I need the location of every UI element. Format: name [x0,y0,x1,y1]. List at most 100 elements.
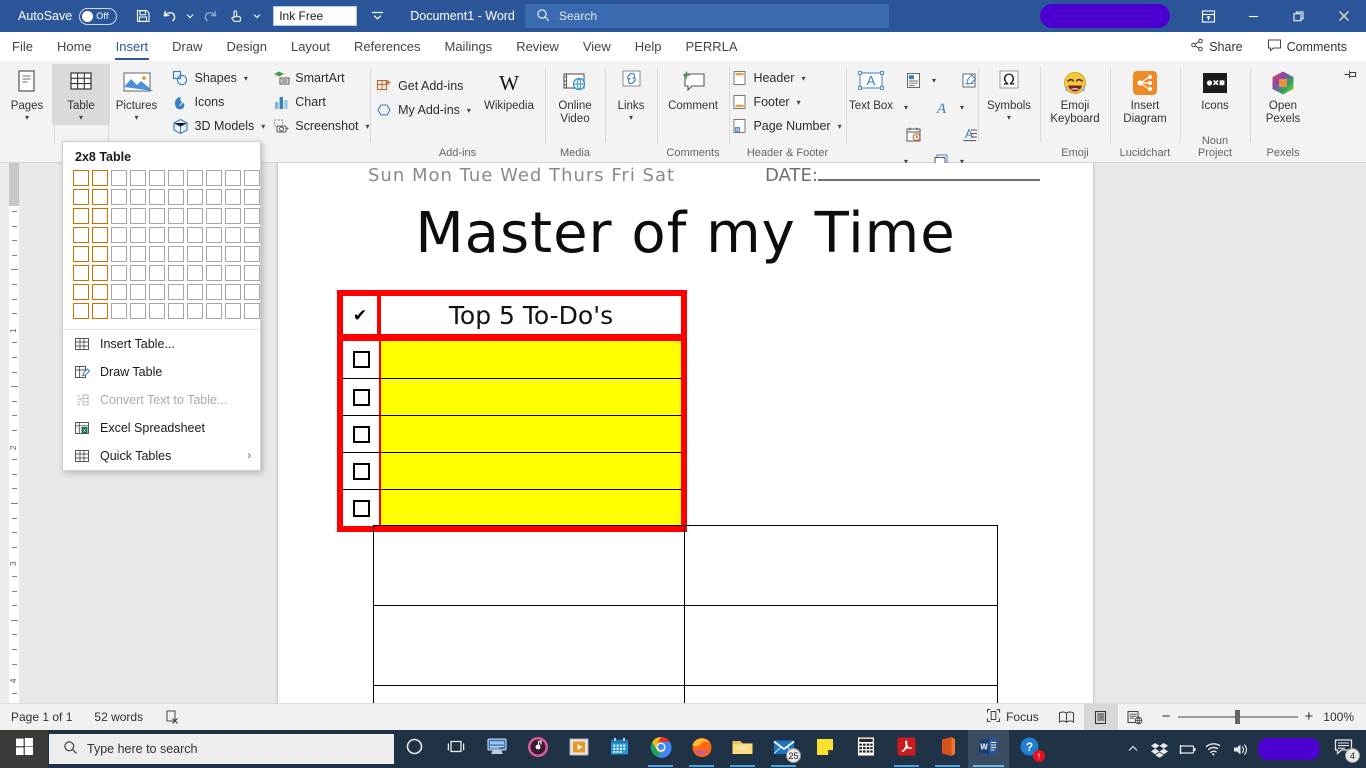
table-size-cell-9x7[interactable] [225,284,241,300]
table-size-cell-6x1[interactable] [168,170,184,186]
table-size-cell-1x8[interactable] [73,303,89,319]
file-explorer-button[interactable] [722,730,763,768]
table-cell[interactable] [374,686,685,703]
todo-checkbox-cell[interactable] [343,489,381,526]
table-size-cell-6x4[interactable] [168,227,184,243]
word-button[interactable]: W [968,730,1009,768]
table-size-cell-8x4[interactable] [206,227,222,243]
comments-button[interactable]: Comments [1258,34,1356,59]
undo-dropdown-caret-icon[interactable] [183,4,196,28]
page-indicator[interactable]: Page 1 of 1 [0,710,83,724]
table-size-cell-7x5[interactable] [187,246,203,262]
todo-text-cell[interactable] [381,341,681,378]
shapes-caret-icon[interactable]: ▾ [244,74,248,83]
pin-ribbon-icon[interactable] [1343,67,1358,87]
my-addins-caret-icon[interactable]: ▾ [467,106,471,115]
pages-caret-icon[interactable]: ▾ [25,114,29,122]
table-size-cell-5x4[interactable] [149,227,165,243]
table-size-cell-5x6[interactable] [149,265,165,281]
table-size-cell-4x5[interactable] [130,246,146,262]
table-size-cell-10x3[interactable] [244,208,260,224]
pictures-caret-icon[interactable]: ▾ [134,114,138,122]
checkbox-icon[interactable] [353,500,370,517]
table-size-cell-2x1[interactable] [92,170,108,186]
table-size-cell-8x7[interactable] [206,284,222,300]
table-size-cell-7x6[interactable] [187,265,203,281]
get-addins-button[interactable]: Get Add-ins [373,74,476,98]
table-size-cell-7x7[interactable] [187,284,203,300]
todo-checkbox-cell[interactable] [343,378,381,415]
table-caret-icon[interactable]: ▾ [79,114,83,122]
table-size-cell-9x6[interactable] [225,265,241,281]
table-size-cell-9x4[interactable] [225,227,241,243]
table-size-cell-4x1[interactable] [130,170,146,186]
text-box-button[interactable]: A Text Box [842,64,900,116]
table-size-cell-1x7[interactable] [73,284,89,300]
todo-text-cell[interactable] [381,415,681,452]
date-time-icon[interactable] [900,121,926,147]
pictures-button[interactable]: Pictures ▾ [104,64,170,125]
table-size-cell-5x7[interactable] [149,284,165,300]
table-cell[interactable] [685,686,997,703]
menu-item-insert-table[interactable]: Insert Table... [63,330,260,358]
table-size-cell-3x3[interactable] [111,208,127,224]
tab-view[interactable]: View [571,32,623,61]
table-cell[interactable] [374,606,685,686]
table-size-cell-3x8[interactable] [111,303,127,319]
table-size-grid[interactable] [63,170,260,329]
table-size-cell-4x8[interactable] [130,303,146,319]
table-size-cell-1x2[interactable] [73,189,89,205]
todo-checkbox-cell[interactable] [343,415,381,452]
icons-button[interactable]: Icons [170,90,271,114]
customize-qat-icon[interactable] [371,10,384,23]
table-row[interactable] [343,415,681,452]
table-size-cell-7x8[interactable] [187,303,203,319]
table-size-cell-3x6[interactable] [111,265,127,281]
battery-icon[interactable] [1173,730,1200,768]
table-row[interactable] [374,526,997,606]
web-layout-icon[interactable] [1118,704,1152,730]
smartart-button[interactable]: SmartArt [270,66,374,90]
date-time-caret-icon[interactable] [928,121,940,147]
ribbon-display-options-icon[interactable] [1186,0,1231,32]
pages-button[interactable]: Pages ▾ [0,64,56,125]
zoom-thumb[interactable] [1235,710,1240,724]
table-size-cell-5x1[interactable] [149,170,165,186]
task-view-button[interactable] [435,730,476,768]
undo-icon[interactable] [157,4,181,28]
table-size-cell-2x5[interactable] [92,246,108,262]
table-size-cell-2x3[interactable] [92,208,108,224]
screenshot-button[interactable]: Screenshot ▾ [270,114,374,138]
table-size-cell-2x8[interactable] [92,303,108,319]
table-size-cell-7x3[interactable] [187,208,203,224]
redo-icon[interactable] [198,4,222,28]
proofing-errors-icon[interactable] [154,709,192,725]
table-size-cell-10x2[interactable] [244,189,260,205]
checkbox-icon[interactable] [353,351,370,368]
table-size-cell-1x6[interactable] [73,265,89,281]
search-box[interactable]: Search [525,4,889,28]
table-size-cell-5x3[interactable] [149,208,165,224]
table-row[interactable] [374,606,997,686]
firefox-button[interactable] [681,730,722,768]
wikipedia-button[interactable]: W Wikipedia [476,64,542,116]
tab-file[interactable]: File [0,32,45,61]
tab-home[interactable]: Home [45,32,104,61]
todo-text-cell[interactable] [381,378,681,415]
signature-line-caret-icon[interactable]: ▾ [900,94,912,120]
table-size-cell-5x2[interactable] [149,189,165,205]
wordart-caret-icon[interactable]: ▾ [956,94,968,120]
table-size-cell-10x4[interactable] [244,227,260,243]
table-cell[interactable] [374,526,685,606]
wordart-icon[interactable]: A [928,94,954,120]
page-number-button[interactable]: # Page Number ▾ [728,114,846,138]
table-size-cell-8x5[interactable] [206,246,222,262]
media-player-button[interactable] [558,730,599,768]
touch-mode-icon[interactable] [224,4,248,28]
open-pexels-button[interactable]: Open Pexels [1250,64,1316,129]
table-size-cell-1x5[interactable] [73,246,89,262]
tab-insert[interactable]: Insert [104,32,161,61]
checkbox-icon[interactable] [353,426,370,443]
screenshot-caret-icon[interactable]: ▾ [366,122,370,131]
header-caret-icon[interactable]: ▾ [801,74,805,83]
